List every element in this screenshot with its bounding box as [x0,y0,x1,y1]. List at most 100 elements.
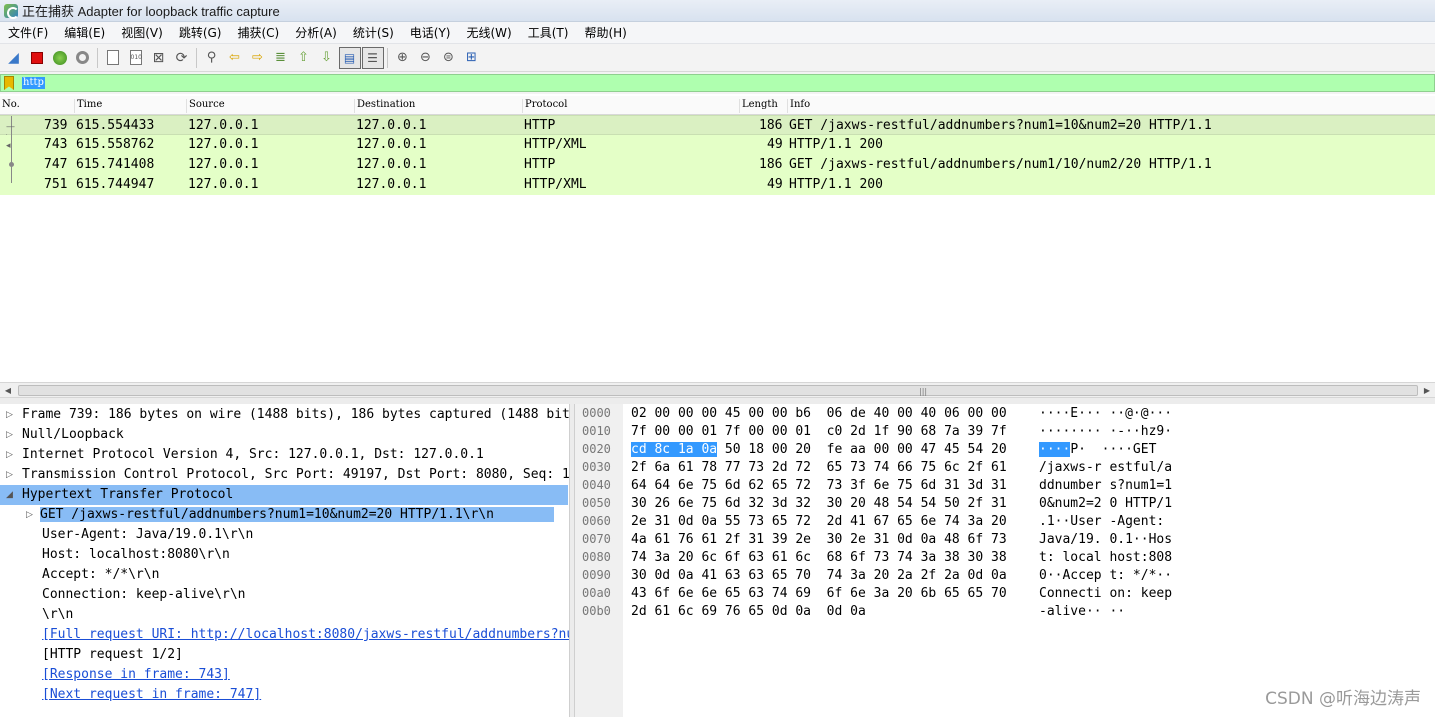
stop-icon [30,51,43,64]
autoscroll-icon: ▤ [343,50,356,65]
capture-options-button[interactable] [72,47,94,69]
zoom-out-icon: ⊖ [420,50,431,65]
auto-scroll-toggle[interactable]: ▤ [338,46,361,69]
expand-arrow-icon[interactable]: ▷ [6,470,13,480]
find-packet-button[interactable]: ⚲ [201,47,223,69]
reload-file-button[interactable]: ⟳ [171,47,193,69]
tree-item-frame[interactable]: ▷ Frame 739: 186 bytes on wire (1488 bit… [0,405,569,425]
bytes-row[interactable]: 0000 02 00 00 00 45 00 00 b6 06 de 40 00… [575,405,1172,423]
tree-item-response-link[interactable]: [Response in frame: 743] [0,665,568,685]
column-header-time[interactable]: Time [74,99,102,113]
bytes-row[interactable]: 0020 cd 8c 1a 0a 50 18 00 20 fe aa 00 00… [575,441,1156,459]
go-forward-button[interactable]: ⇨ [247,47,269,69]
goto-packet-icon: ≣ [275,50,286,65]
bytes-row[interactable]: 0060 2e 31 0d 0a 55 73 65 72 2d 41 67 65… [575,513,1164,531]
zoom-reset-icon: ⊜ [443,50,454,65]
display-filter-input[interactable]: http [0,74,1435,92]
arrow-down-bar-icon: ⇩ [321,50,332,65]
packet-bytes-pane: 0000 02 00 00 00 45 00 00 b6 06 de 40 00… [575,404,1435,717]
menu-capture[interactable]: 捕获(C) [229,22,287,44]
gear-icon [76,51,89,64]
bytes-row[interactable]: 0070 4a 61 76 61 2f 31 39 2e 30 2e 31 0d… [575,531,1172,549]
menu-help[interactable]: 帮助(H) [576,22,634,44]
bookmark-icon[interactable] [4,76,14,90]
packet-time: 615.741408 [76,157,155,172]
tree-item-accept[interactable]: Accept: */*\r\n [0,565,568,585]
packet-row[interactable]: —▸ 739 615.554433 127.0.0.1 127.0.0.1 HT… [0,115,1435,142]
restart-icon [52,50,67,65]
column-header-destination[interactable]: Destination [354,99,415,113]
bytes-row[interactable]: 0050 30 26 6e 75 6d 32 3d 32 30 20 48 54… [575,495,1172,513]
bytes-row[interactable]: 0030 2f 6a 61 78 77 73 2d 72 65 73 74 66… [575,459,1172,477]
arrow-up-bar-icon: ⇧ [298,50,309,65]
related-dot-icon [9,162,14,167]
resize-columns-button[interactable]: ⊞ [461,47,483,69]
expand-arrow-icon[interactable]: ▷ [6,410,13,420]
column-header-length[interactable]: Length [739,99,778,113]
menu-view[interactable]: 视图(V) [113,22,171,44]
tree-item-request-line[interactable]: ▷ GET /jaxws-restful/addnumbers?num1=10&… [0,505,568,525]
tree-item-next-request-link[interactable]: [Next request in frame: 747] [0,685,568,705]
stop-capture-button[interactable] [26,47,48,69]
menu-tools[interactable]: 工具(T) [520,22,577,44]
go-to-packet-button[interactable]: ≣ [270,47,292,69]
last-packet-button[interactable]: ⇩ [316,47,338,69]
tree-item-user-agent[interactable]: User-Agent: Java/19.0.1\r\n [0,525,568,545]
magnifier-icon: ⚲ [206,50,217,65]
menu-telephony[interactable]: 电话(Y) [402,22,459,44]
expand-arrow-icon[interactable]: ▷ [26,510,33,520]
start-capture-button[interactable]: ◢ [3,47,25,69]
tree-item-connection[interactable]: Connection: keep-alive\r\n [0,585,568,605]
column-header-info[interactable]: Info [787,99,810,113]
tree-item-crlf[interactable]: \r\n [0,605,568,625]
column-header-source[interactable]: Source [186,99,225,113]
bytes-row[interactable]: 0090 30 0d 0a 41 63 63 65 70 74 3a 20 2a… [575,567,1172,585]
packet-list-horizontal-scrollbar[interactable]: ◀ ||| ▶ [0,382,1435,398]
menu-file[interactable]: 文件(F) [0,22,56,44]
tree-item-tcp[interactable]: ▷ Transmission Control Protocol, Src Por… [0,465,569,485]
packet-no: 747 [44,157,68,172]
go-back-button[interactable]: ⇦ [224,47,246,69]
menu-wireless[interactable]: 无线(W) [459,22,520,44]
bytes-row[interactable]: 0040 64 64 6e 75 6d 62 65 72 73 3f 6e 75… [575,477,1172,495]
column-header-no[interactable]: No. [0,99,20,113]
restart-capture-button[interactable] [49,47,71,69]
packet-row[interactable]: ◂— 743 615.558762 127.0.0.1 127.0.0.1 HT… [0,135,1435,161]
expand-arrow-icon[interactable]: ▷ [6,430,13,440]
colorize-toggle[interactable]: ☰ [361,46,384,69]
menu-analyze[interactable]: 分析(A) [287,22,345,44]
reload-icon: ⟳ [175,49,188,66]
save-file-button[interactable]: 010 [125,47,147,69]
tree-item-http[interactable]: ◢ Hypertext Transfer Protocol [0,485,568,505]
menu-go[interactable]: 跳转(G) [171,22,230,44]
collapse-arrow-icon[interactable]: ◢ [6,490,13,500]
bytes-row[interactable]: 00a0 43 6f 6e 6e 65 63 74 69 6f 6e 3a 20… [575,585,1172,603]
scrollbar-thumb[interactable]: ||| [18,385,1418,396]
selected-bytes-hex: cd 8c 1a 0a [631,442,718,457]
packet-row[interactable]: 747 615.741408 127.0.0.1 127.0.0.1 HTTP … [0,155,1435,175]
bytes-row[interactable]: 00b0 2d 61 6c 69 76 65 0d 0a 0d 0a -aliv… [575,603,1125,621]
tree-item-null-loopback[interactable]: ▷ Null/Loopback [0,425,568,445]
tree-item-request-count[interactable]: [HTTP request 1/2] [0,645,568,665]
packet-length: 49 [767,137,783,152]
normal-size-button[interactable]: ⊜ [438,47,460,69]
close-file-button[interactable]: ⊠ [148,47,170,69]
zoom-in-button[interactable]: ⊕ [392,47,414,69]
menu-edit[interactable]: 编辑(E) [56,22,113,44]
open-file-button[interactable] [102,47,124,69]
bytes-row[interactable]: 0080 74 3a 20 6c 6f 63 61 6c 68 6f 73 74… [575,549,1172,567]
first-packet-button[interactable]: ⇧ [293,47,315,69]
expand-arrow-icon[interactable]: ▷ [6,450,13,460]
scroll-left-icon[interactable]: ◀ [1,384,15,397]
tree-item-host[interactable]: Host: localhost:8080\r\n [0,545,568,565]
scroll-right-icon[interactable]: ▶ [1420,384,1434,397]
tree-item-full-uri[interactable]: [Full request URI: http://localhost:8080… [0,625,569,645]
packet-info: HTTP/1.1 200 [789,137,883,152]
menu-statistics[interactable]: 统计(S) [345,22,402,44]
packet-row[interactable]: 751 615.744947 127.0.0.1 127.0.0.1 HTTP/… [0,175,1435,195]
packet-source: 127.0.0.1 [188,177,259,192]
column-header-protocol[interactable]: Protocol [522,99,567,113]
zoom-out-button[interactable]: ⊖ [415,47,437,69]
tree-item-ipv4[interactable]: ▷ Internet Protocol Version 4, Src: 127.… [0,445,568,465]
bytes-row[interactable]: 0010 7f 00 00 01 7f 00 00 01 c0 2d 1f 90… [575,423,1172,441]
